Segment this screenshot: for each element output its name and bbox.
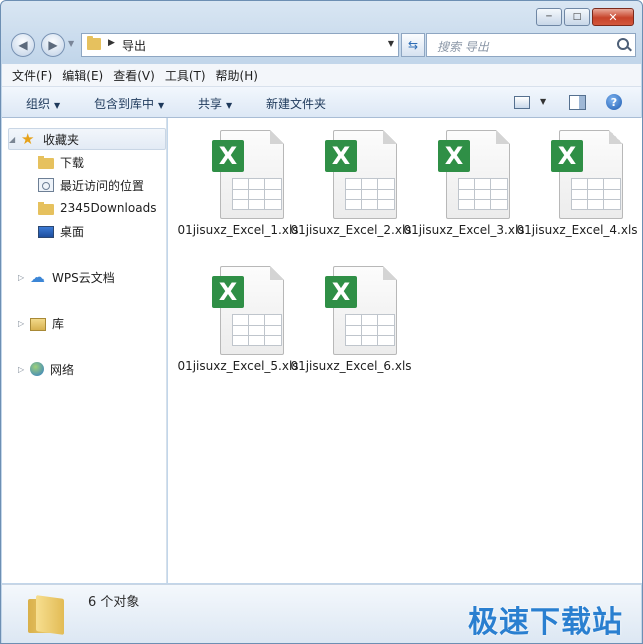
chevron-down-icon: ▼ <box>158 101 165 110</box>
menu-edit[interactable]: 编辑(E) <box>62 67 103 84</box>
include-label: 包含到库中 <box>94 97 155 111</box>
breadcrumb-current[interactable]: 导出 <box>122 37 146 54</box>
address-bar[interactable]: ▶ 导出 ▼ <box>81 33 399 57</box>
nav-wps-cloud[interactable]: ▷ ☁ WPS云文档 <box>18 267 115 287</box>
nav-label: 2345Downloads <box>60 201 157 215</box>
change-view-icon[interactable] <box>514 96 530 109</box>
search-icon <box>617 38 629 50</box>
file-item[interactable]: X 01jisuxz_Excel_6.xls <box>290 254 412 384</box>
chevron-down-icon: ▼ <box>54 101 61 110</box>
star-icon: ★ <box>21 130 35 148</box>
folder-icon <box>38 201 54 215</box>
nav-2345downloads[interactable]: 2345Downloads <box>38 198 156 218</box>
folder-icon <box>38 155 54 169</box>
address-row: ◀ ▶ ▼ ▶ 导出 ▼ ⇆ 搜索 导出 <box>9 31 636 59</box>
recent-places-icon <box>38 178 54 192</box>
watermark-text: 极速下载站 <box>468 605 623 640</box>
navigation-pane: ◢ ★ 收藏夹 下载 最近访问的位置 2345Downloads 桌面 ▷ ☁ … <box>2 118 167 583</box>
nav-label: WPS云文档 <box>52 270 115 285</box>
nav-label: 下载 <box>60 155 85 170</box>
item-count: 6 个对象 <box>88 595 140 610</box>
nav-downloads[interactable]: 下载 <box>38 152 84 172</box>
forward-arrow-icon: ▶ <box>48 38 58 52</box>
menu-bar: 文件(F) 编辑(E) 查看(V) 工具(T) 帮助(H) <box>2 64 641 87</box>
cloud-icon: ☁ <box>30 268 45 286</box>
nav-recent-places[interactable]: 最近访问的位置 <box>38 175 144 195</box>
folder-icon <box>28 593 66 635</box>
excel-file-icon: X <box>551 130 623 219</box>
search-placeholder: 搜索 导出 <box>437 40 489 54</box>
file-name: 01jisuxz_Excel_6.xls <box>290 359 412 373</box>
excel-file-icon: X <box>212 130 284 219</box>
refresh-icon: ⇆ <box>407 38 419 52</box>
file-name: 01jisuxz_Excel_4.xls <box>516 223 638 237</box>
expand-arrow-icon[interactable]: ▷ <box>18 365 28 374</box>
history-dropdown-icon[interactable]: ▼ <box>68 39 74 48</box>
view-dropdown-icon[interactable]: ▼ <box>540 97 546 106</box>
collapse-arrow-icon[interactable]: ◢ <box>9 135 19 144</box>
address-dropdown-icon[interactable]: ▼ <box>388 39 394 48</box>
nav-favorites[interactable]: ◢ ★ 收藏夹 <box>8 128 166 150</box>
nav-libraries[interactable]: ▷ 库 <box>18 313 64 333</box>
nav-label: 网络 <box>50 362 75 377</box>
search-input[interactable]: 搜索 导出 <box>426 33 636 57</box>
file-item[interactable]: X 01jisuxz_Excel_3.xls <box>403 118 525 248</box>
caption-buttons: ─ □ ✕ <box>536 8 634 26</box>
back-button[interactable]: ◀ <box>11 33 35 57</box>
nav-desktop[interactable]: 桌面 <box>38 221 84 241</box>
excel-file-icon: X <box>325 266 397 355</box>
file-item[interactable]: X 01jisuxz_Excel_1.xls <box>177 118 299 248</box>
library-icon <box>30 317 46 331</box>
refresh-button[interactable]: ⇆ <box>401 33 425 57</box>
share-button[interactable]: 共享 ▼ <box>198 95 232 112</box>
menu-view[interactable]: 查看(V) <box>113 67 155 84</box>
preview-pane-icon[interactable] <box>569 95 586 110</box>
nav-label: 最近访问的位置 <box>60 178 145 193</box>
close-button[interactable]: ✕ <box>592 8 634 26</box>
network-icon <box>30 362 44 376</box>
excel-file-icon: X <box>325 130 397 219</box>
expand-arrow-icon[interactable]: ▷ <box>18 319 28 328</box>
share-label: 共享 <box>198 97 223 111</box>
explorer-window: ─ □ ✕ ◀ ▶ ▼ ▶ 导出 ▼ ⇆ 搜索 导出 文件(F) 编辑(E) 查… <box>0 0 643 644</box>
organize-button[interactable]: 组织 ▼ <box>26 95 60 112</box>
file-item[interactable]: X 01jisuxz_Excel_4.xls <box>516 118 638 248</box>
organize-label: 组织 <box>26 97 51 111</box>
file-item[interactable]: X 01jisuxz_Excel_2.xls <box>290 118 412 248</box>
back-arrow-icon: ◀ <box>18 38 28 52</box>
folder-icon <box>87 36 101 50</box>
nav-label: 库 <box>52 316 65 331</box>
minimize-button[interactable]: ─ <box>536 8 562 26</box>
new-folder-button[interactable]: 新建文件夹 <box>266 95 326 112</box>
help-icon[interactable]: ? <box>606 94 622 110</box>
excel-file-icon: X <box>438 130 510 219</box>
menu-file[interactable]: 文件(F) <box>12 67 52 84</box>
nav-network[interactable]: ▷ 网络 <box>18 359 74 379</box>
menu-help[interactable]: 帮助(H) <box>216 67 258 84</box>
breadcrumb-separator-icon[interactable]: ▶ <box>108 38 115 48</box>
desktop-icon <box>38 226 54 238</box>
nav-label: 桌面 <box>60 224 85 239</box>
menu-tools[interactable]: 工具(T) <box>165 67 206 84</box>
file-item[interactable]: X 01jisuxz_Excel_5.xls <box>177 254 299 384</box>
forward-button[interactable]: ▶ <box>41 33 65 57</box>
file-list: X 01jisuxz_Excel_1.xls X 01jisuxz_Excel_… <box>168 118 642 583</box>
expand-arrow-icon[interactable]: ▷ <box>18 273 28 282</box>
excel-file-icon: X <box>212 266 284 355</box>
include-in-library-button[interactable]: 包含到库中 ▼ <box>94 95 164 112</box>
chevron-down-icon: ▼ <box>226 101 233 110</box>
nav-label: 收藏夹 <box>43 132 80 147</box>
maximize-button[interactable]: □ <box>564 8 590 26</box>
command-bar: 组织 ▼ 包含到库中 ▼ 共享 ▼ 新建文件夹 ▼ ? <box>2 87 641 118</box>
details-pane: 6 个对象 极速下载站 <box>2 584 641 643</box>
